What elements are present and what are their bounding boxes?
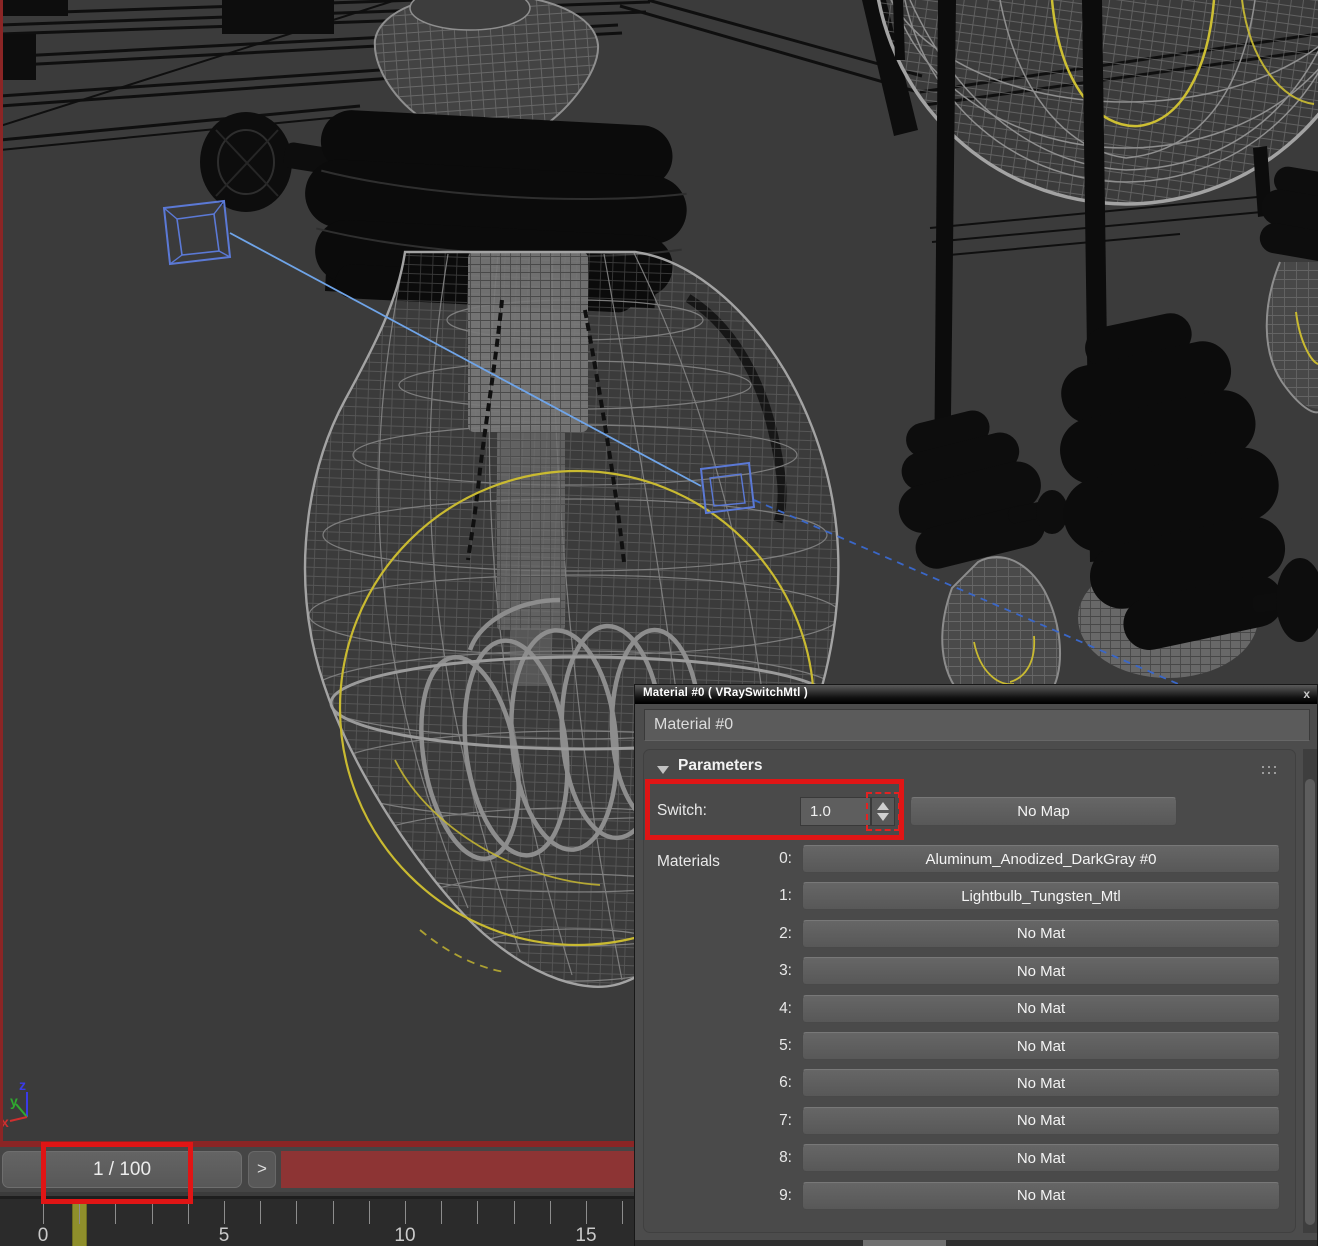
spinner-down-icon[interactable] bbox=[877, 813, 889, 821]
material-slot-row: 8: No Mat bbox=[644, 1144, 1297, 1172]
switch-value-field[interactable]: 1.0 bbox=[800, 797, 871, 826]
spinner-up-icon[interactable] bbox=[877, 802, 889, 810]
material-slot-row: 1: Lightbulb_Tungsten_Mtl bbox=[644, 882, 1297, 910]
ruler-tick bbox=[79, 1201, 80, 1224]
ruler-tick bbox=[622, 1201, 623, 1224]
time-slider-track[interactable]: 1 / 100 > bbox=[0, 1147, 640, 1192]
switch-map-button[interactable]: No Map bbox=[910, 797, 1177, 826]
rollout-title[interactable]: Parameters bbox=[678, 757, 762, 775]
ruler-frame-label: 15 bbox=[575, 1225, 596, 1246]
material-slot-index: 3: bbox=[644, 957, 792, 985]
material-slot-button[interactable]: No Mat bbox=[802, 1182, 1280, 1210]
material-slot-button[interactable]: Aluminum_Anodized_DarkGray #0 bbox=[802, 845, 1280, 873]
dialog-titlebar[interactable]: Material #0 ( VRaySwitchMtl ) x bbox=[635, 685, 1317, 704]
ruler-tick bbox=[224, 1201, 225, 1224]
material-slot-index: 0: bbox=[644, 845, 792, 873]
material-slot-button[interactable]: No Mat bbox=[802, 920, 1280, 948]
ruler-tick bbox=[441, 1201, 442, 1224]
material-slot-row: 2: No Mat bbox=[644, 920, 1297, 948]
material-slot-row: 6: No Mat bbox=[644, 1069, 1297, 1097]
material-slot-index: 4: bbox=[644, 995, 792, 1023]
dialog-horizontal-scrollbar[interactable] bbox=[635, 1240, 1317, 1246]
material-slot-button[interactable]: No Mat bbox=[802, 957, 1280, 985]
material-slot-row: 9: No Mat bbox=[644, 1182, 1297, 1210]
material-slot-row: 0: Aluminum_Anodized_DarkGray #0 bbox=[644, 845, 1297, 873]
material-slot-index: 2: bbox=[644, 920, 792, 948]
close-icon[interactable]: x bbox=[1303, 686, 1310, 702]
material-slot-row: 4: No Mat bbox=[644, 995, 1297, 1023]
ruler-tick bbox=[369, 1201, 370, 1224]
material-slot-button[interactable]: No Mat bbox=[802, 995, 1280, 1023]
next-frame-button[interactable]: > bbox=[248, 1151, 276, 1188]
ruler-tick bbox=[333, 1201, 334, 1224]
ruler-tick bbox=[586, 1201, 587, 1224]
ruler-frame-label: 10 bbox=[394, 1225, 415, 1246]
ruler-tick bbox=[296, 1201, 297, 1224]
material-slot-index: 7: bbox=[644, 1107, 792, 1135]
material-slot-button[interactable]: No Mat bbox=[802, 1107, 1280, 1135]
ruler-tick bbox=[260, 1201, 261, 1224]
sphere-bulb bbox=[838, 0, 1318, 265]
socket-b bbox=[879, 398, 1070, 730]
material-editor-dialog: Material #0 ( VRaySwitchMtl ) x Material… bbox=[634, 684, 1318, 1246]
ruler-tick bbox=[188, 1201, 189, 1224]
ruler-tick bbox=[115, 1201, 116, 1224]
material-slot-button[interactable]: No Mat bbox=[802, 1069, 1280, 1097]
dialog-vertical-scrollbar[interactable] bbox=[1303, 749, 1317, 1233]
material-slot-list: 0: Aluminum_Anodized_DarkGray #0 1: Lightbu… bbox=[644, 845, 1297, 1225]
material-slot-button[interactable]: Lightbulb_Tungsten_Mtl bbox=[802, 882, 1280, 910]
material-slot-index: 6: bbox=[644, 1069, 792, 1097]
ruler-tick bbox=[43, 1201, 44, 1224]
time-slider-handle[interactable]: 1 / 100 bbox=[2, 1151, 242, 1188]
material-slot-button[interactable]: No Mat bbox=[802, 1144, 1280, 1172]
switch-label: Switch: bbox=[657, 796, 707, 826]
ruler-tick bbox=[405, 1201, 406, 1224]
parameters-rollout: Parameters Switch: 1.0 No Map Materials … bbox=[643, 749, 1296, 1233]
ruler-tick bbox=[514, 1201, 515, 1224]
timeline: 1 / 100 > 0 5 10 15 bbox=[0, 1147, 640, 1246]
scrollbar-thumb[interactable] bbox=[1305, 779, 1315, 1225]
material-name-field[interactable]: Material #0 bbox=[644, 709, 1310, 741]
ruler-frame-label: 0 bbox=[38, 1225, 49, 1246]
material-slot-index: 9: bbox=[644, 1182, 792, 1210]
axis-gizmo: z y x bbox=[1, 1077, 27, 1130]
rollout-grip-icon bbox=[1260, 764, 1279, 778]
switch-spinner-arrows[interactable] bbox=[871, 797, 895, 826]
ruler-tick bbox=[152, 1201, 153, 1224]
material-slot-row: 7: No Mat bbox=[644, 1107, 1297, 1135]
viewport-border-left bbox=[0, 0, 3, 1147]
material-slot-button[interactable]: No Mat bbox=[802, 1032, 1280, 1060]
app-root: { "viewport": { "axis_gizmo": { "x_label… bbox=[0, 0, 1318, 1246]
material-slot-index: 8: bbox=[644, 1144, 792, 1172]
material-slot-index: 1: bbox=[644, 882, 792, 910]
autokey-red-track[interactable] bbox=[281, 1151, 634, 1188]
axis-y-label: y bbox=[10, 1093, 18, 1109]
material-slot-row: 5: No Mat bbox=[644, 1032, 1297, 1060]
material-slot-row: 3: No Mat bbox=[644, 957, 1297, 985]
ruler-tick bbox=[550, 1201, 551, 1224]
rollout-collapse-icon[interactable] bbox=[657, 766, 669, 774]
socket-right-edge bbox=[1254, 163, 1318, 425]
axis-z-label: z bbox=[19, 1077, 26, 1093]
ruler-tick bbox=[477, 1201, 478, 1224]
track-bar-ruler[interactable]: 0 5 10 15 bbox=[0, 1196, 640, 1246]
ruler-frame-label: 5 bbox=[219, 1225, 230, 1246]
material-slot-index: 5: bbox=[644, 1032, 792, 1060]
dialog-title: Material #0 ( VRaySwitchMtl ) bbox=[643, 687, 808, 699]
scrollbar-thumb[interactable] bbox=[863, 1240, 946, 1246]
